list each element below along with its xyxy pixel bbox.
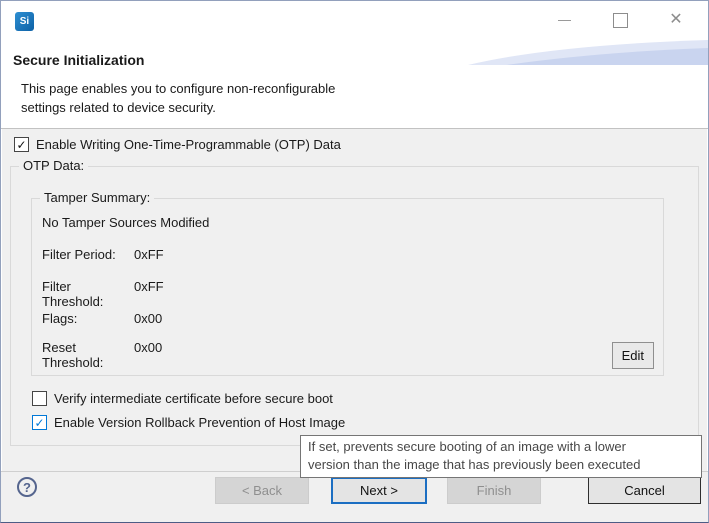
- checkbox-checked-icon: ✓: [32, 415, 47, 430]
- page-title: Secure Initialization: [13, 52, 144, 68]
- tamper-status-text: No Tamper Sources Modified: [42, 215, 209, 230]
- rollback-tooltip: If set, prevents secure booting of an im…: [300, 435, 702, 478]
- tooltip-line: If set, prevents secure booting of an im…: [308, 438, 694, 456]
- enable-otp-checkbox[interactable]: ✓ Enable Writing One-Time-Programmable (…: [14, 137, 341, 152]
- checkbox-unchecked-icon: [32, 391, 47, 406]
- wizard-content: ✓ Enable Writing One-Time-Programmable (…: [2, 129, 707, 472]
- field-value: 0x00: [134, 311, 162, 326]
- app-logo-icon: Si: [15, 12, 34, 31]
- window-controls: ✕: [536, 1, 704, 39]
- field-label: Filter Threshold:: [42, 279, 134, 309]
- field-label: Reset Threshold:: [42, 340, 134, 370]
- close-button[interactable]: ✕: [648, 1, 704, 39]
- secure-initialization-dialog: Si ✕ Secure Initialization This page ena…: [0, 0, 709, 523]
- tamper-row-filter-period: Filter Period: 0xFF: [42, 247, 164, 262]
- tamper-summary-group: Tamper Summary: No Tamper Sources Modifi…: [31, 198, 664, 376]
- enable-otp-label: Enable Writing One-Time-Programmable (OT…: [36, 137, 341, 152]
- edit-button[interactable]: Edit: [612, 342, 654, 369]
- checkbox-checked-icon: ✓: [14, 137, 29, 152]
- title-bar: Si ✕: [1, 1, 708, 39]
- tamper-row-flags: Flags: 0x00: [42, 311, 162, 326]
- field-value: 0xFF: [134, 247, 164, 262]
- rollback-prevention-label: Enable Version Rollback Prevention of Ho…: [54, 415, 345, 430]
- minimize-icon: [558, 20, 571, 21]
- back-button[interactable]: < Back: [215, 477, 309, 504]
- verify-certificate-checkbox[interactable]: Verify intermediate certificate before s…: [32, 391, 333, 406]
- wizard-banner: Secure Initialization This page enables …: [1, 39, 708, 129]
- button-bar: ? < Back Next > Finish Cancel: [1, 471, 708, 522]
- tamper-row-filter-threshold: Filter Threshold: 0xFF: [42, 279, 164, 309]
- field-value: 0x00: [134, 340, 162, 370]
- tooltip-line: version than the image that has previous…: [308, 456, 694, 474]
- page-description-line: settings related to device security.: [21, 98, 335, 117]
- page-description-line: This page enables you to configure non-r…: [21, 79, 335, 98]
- cancel-button[interactable]: Cancel: [588, 477, 701, 504]
- verify-certificate-label: Verify intermediate certificate before s…: [54, 391, 333, 406]
- page-description: This page enables you to configure non-r…: [21, 79, 335, 117]
- minimize-button[interactable]: [536, 1, 592, 39]
- next-button[interactable]: Next >: [331, 477, 427, 504]
- finish-button[interactable]: Finish: [447, 477, 541, 504]
- field-label: Filter Period:: [42, 247, 134, 262]
- tamper-summary-group-label: Tamper Summary:: [40, 190, 154, 205]
- close-icon: ✕: [669, 12, 682, 28]
- otp-data-group-label: OTP Data:: [19, 158, 88, 173]
- banner-wave-decoration: [468, 39, 708, 69]
- rollback-prevention-checkbox[interactable]: ✓ Enable Version Rollback Prevention of …: [32, 415, 345, 430]
- tamper-row-reset-threshold: Reset Threshold: 0x00: [42, 340, 162, 370]
- field-value: 0xFF: [134, 279, 164, 309]
- maximize-icon: [613, 13, 628, 28]
- maximize-button[interactable]: [592, 1, 648, 39]
- help-button[interactable]: ?: [17, 477, 37, 497]
- field-label: Flags:: [42, 311, 134, 326]
